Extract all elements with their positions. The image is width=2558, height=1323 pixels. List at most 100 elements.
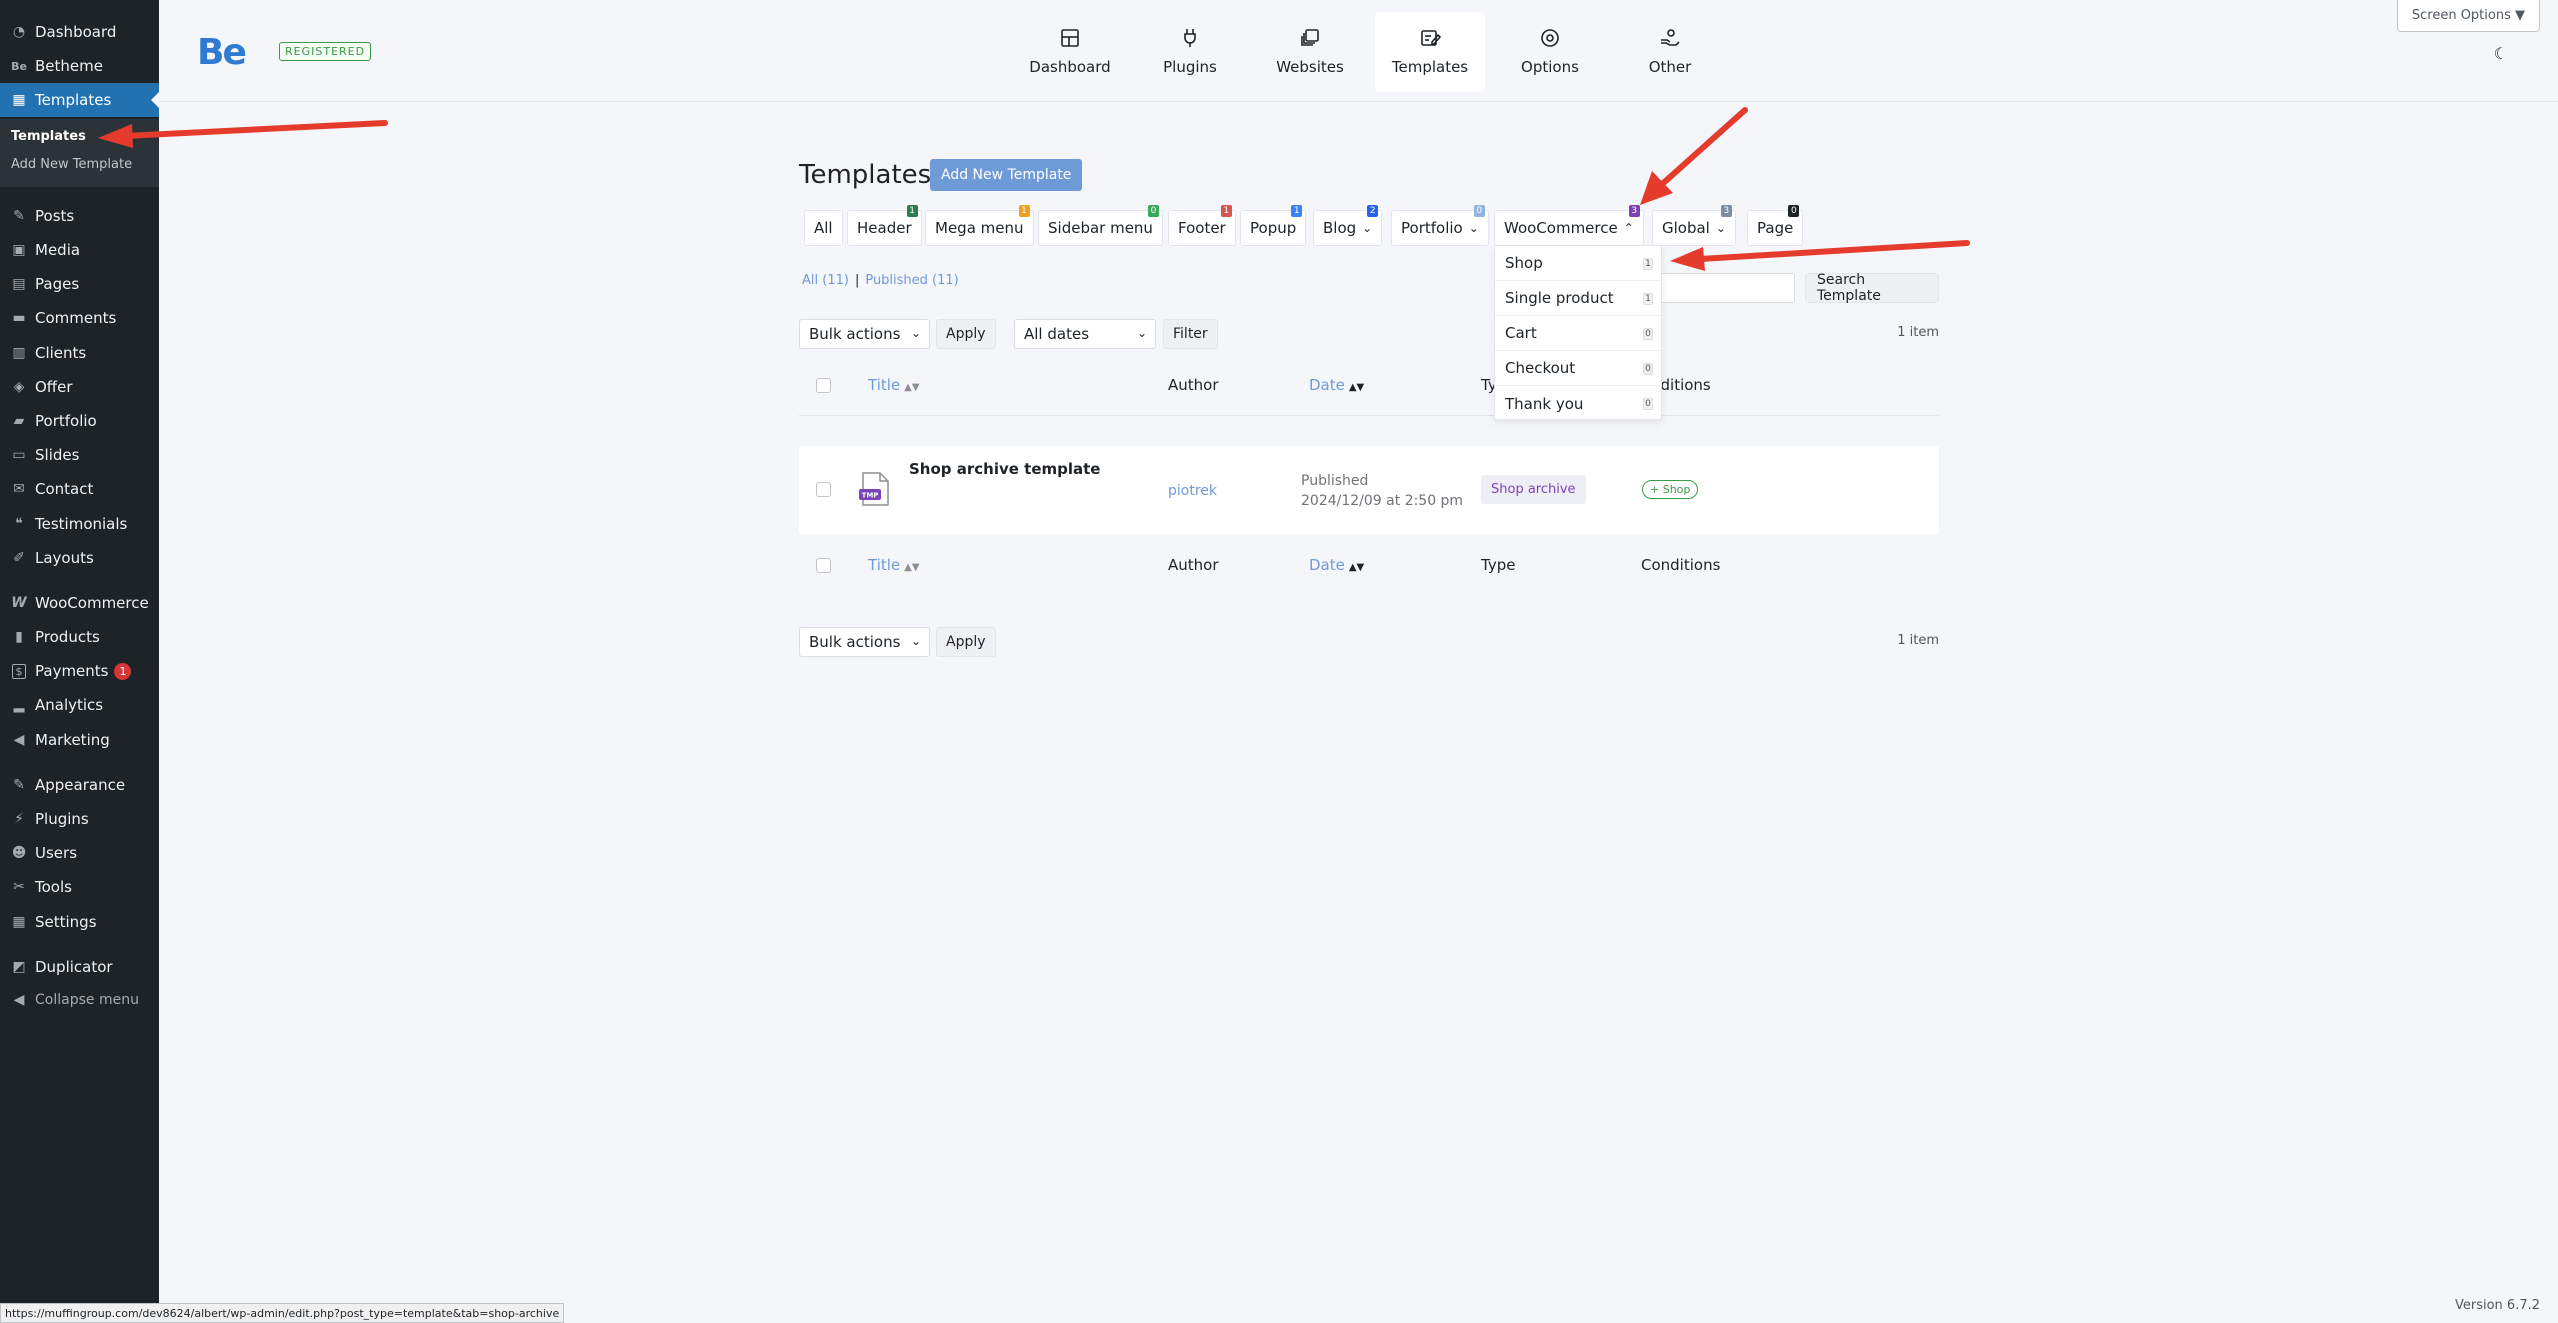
dropdown-item-shop[interactable]: Shop 1 [1495, 246, 1661, 281]
topnav-plugins[interactable]: Plugins [1135, 12, 1245, 92]
filter-tab-mega-menu[interactable]: Mega menu 1 [925, 205, 1034, 246]
megaphone-icon: ◀ [13, 732, 25, 748]
settings-icon: ▦ [12, 914, 26, 930]
sidebar-item-label: Offer [35, 378, 73, 396]
sidebar-item-comments[interactable]: ▬ Comments [0, 301, 159, 335]
sidebar-item-settings[interactable]: ▦ Settings [0, 905, 159, 939]
sidebar-item-layouts[interactable]: ✐ Layouts [0, 541, 159, 575]
dropdown-item-thank-you[interactable]: Thank you 0 [1495, 386, 1661, 421]
select-all-checkbox[interactable] [816, 378, 831, 393]
apply-button-top[interactable]: Apply [936, 319, 996, 349]
slides-icon: ▭ [12, 447, 26, 463]
sidebar-item-label: Analytics [35, 696, 104, 714]
page-title: Templates [799, 160, 932, 190]
filter-tab-all[interactable]: All [804, 210, 843, 246]
search-template-button[interactable]: Search Template [1805, 272, 1939, 304]
topnav-templates[interactable]: Templates [1375, 12, 1485, 92]
sidebar-item-products[interactable]: ▮ Products [0, 620, 159, 654]
betheme-topbar: Be REGISTERED Dashboard Plugins Websites… [159, 0, 2558, 102]
sidebar-item-offer[interactable]: ◈ Offer [0, 370, 159, 404]
moon-icon[interactable]: ☾ [2494, 44, 2508, 63]
pages-icon: ▤ [12, 276, 26, 292]
sidebar-item-testimonials[interactable]: ❝ Testimonials [0, 507, 159, 541]
sidebar-item-analytics[interactable]: ▂ Analytics [0, 688, 159, 722]
bulk-actions-select-top[interactable]: Bulk actions ⌄ [799, 319, 930, 349]
betheme-icon: Be [11, 59, 27, 73]
filter-tab-popup[interactable]: Popup 1 [1240, 205, 1307, 246]
sidebar-item-posts[interactable]: ✎ Posts [0, 199, 159, 233]
row-author-link[interactable]: piotrek [1168, 483, 1217, 499]
sidebar-item-appearance[interactable]: ✎ Appearance [0, 768, 159, 802]
sidebar-item-label: Duplicator [35, 958, 113, 976]
topnav-options[interactable]: Options [1495, 12, 1605, 92]
column-title-footer[interactable]: Title ▲▼ [868, 556, 920, 574]
filter-count: 0 [1147, 205, 1159, 217]
apply-button-bottom[interactable]: Apply [936, 627, 996, 657]
filter-tab-footer[interactable]: Footer 1 [1168, 205, 1236, 246]
filter-tab-page[interactable]: Page 0 [1747, 205, 1804, 246]
select-all-checkbox-footer[interactable] [816, 558, 831, 573]
sidebar-item-betheme[interactable]: Be Betheme [0, 49, 159, 83]
sidebar-item-dashboard[interactable]: ◔ Dashboard [0, 15, 159, 49]
sidebar-item-templates[interactable]: ▦ Templates [0, 83, 159, 117]
dropdown-item-checkout[interactable]: Checkout 0 [1495, 351, 1661, 386]
filter-tab-blog[interactable]: Blog ⌄ 2 [1313, 205, 1383, 246]
sidebar-item-plugins[interactable]: ⚡ Plugins [0, 802, 159, 836]
sidebar-item-woocommerce[interactable]: W WooCommerce [0, 586, 159, 620]
filter-button[interactable]: Filter [1163, 319, 1218, 349]
add-new-template-button[interactable]: Add New Template [930, 159, 1083, 191]
sidebar-item-payments[interactable]: $ Payments 1 [0, 654, 159, 688]
screen-options-button[interactable]: Screen Options ▼ [2396, 0, 2540, 32]
row-checkbox[interactable] [816, 482, 831, 497]
websites-icon [1301, 29, 1319, 46]
view-all-link[interactable]: All (11) [802, 273, 849, 288]
filter-count: 0 [1788, 205, 1800, 217]
topnav-label: Templates [1391, 58, 1469, 76]
sidebar-item-label: Media [35, 241, 81, 259]
sidebar-item-label: Settings [35, 913, 97, 931]
filter-tab-label: Page [1757, 219, 1794, 237]
sidebar-item-tools[interactable]: ✂ Tools [0, 870, 159, 904]
bulk-actions-value: Bulk actions [809, 325, 901, 343]
submenu-item-add-new-template[interactable]: Add New Template [11, 157, 132, 172]
betheme-logo[interactable]: Be [197, 32, 247, 73]
column-author-footer: Author [1168, 556, 1219, 574]
topnav-other[interactable]: Other [1615, 12, 1725, 92]
column-date-footer[interactable]: Date ▲▼ [1309, 556, 1364, 574]
portfolio-icon: ▰ [13, 413, 25, 429]
collapse-menu-button[interactable]: ◀ Collapse menu [0, 983, 159, 1017]
sidebar-item-marketing[interactable]: ◀ Marketing [0, 723, 159, 757]
sort-icon: ▲▼ [904, 562, 920, 573]
sidebar-item-users[interactable]: ☻ Users [0, 836, 159, 870]
sidebar-item-contact[interactable]: ✉ Contact [0, 472, 159, 506]
filter-tab-woocommerce[interactable]: WooCommerce ⌃ 3 [1494, 205, 1644, 246]
dropdown-item-single-product[interactable]: Single product 1 [1495, 281, 1661, 316]
sidebar-item-duplicator[interactable]: ◩ Duplicator [0, 950, 159, 984]
sidebar-item-media[interactable]: ▣ Media [0, 233, 159, 267]
topnav-dashboard[interactable]: Dashboard [1015, 12, 1125, 92]
filter-tab-label: Portfolio [1401, 219, 1463, 237]
topnav-websites[interactable]: Websites [1255, 12, 1365, 92]
filter-tab-sidebar-menu[interactable]: Sidebar menu 0 [1038, 205, 1163, 246]
view-published-link[interactable]: Published (11) [865, 273, 958, 288]
dropdown-item-cart[interactable]: Cart 0 [1495, 316, 1661, 351]
filter-tab-portfolio[interactable]: Portfolio ⌄ 0 [1391, 205, 1489, 246]
sidebar-item-label: Posts [35, 207, 75, 225]
gear-icon [1541, 29, 1559, 47]
sidebar-item-clients[interactable]: ▥ Clients [0, 336, 159, 370]
column-date[interactable]: Date ▲▼ [1309, 376, 1364, 394]
filter-tab-header[interactable]: Header 1 [847, 205, 922, 246]
dropdown-count: 0 [1643, 328, 1653, 340]
row-title-link[interactable]: Shop archive template [909, 460, 1100, 478]
sidebar-item-slides[interactable]: ▭ Slides [0, 438, 159, 472]
topnav-label: Other [1648, 58, 1692, 76]
submenu-item-templates[interactable]: Templates [11, 129, 86, 144]
column-title[interactable]: Title ▲▼ [868, 376, 920, 394]
sidebar-item-pages[interactable]: ▤ Pages [0, 267, 159, 301]
search-input[interactable] [1651, 273, 1795, 303]
bulk-actions-select-bottom[interactable]: Bulk actions ⌄ [799, 627, 930, 657]
sidebar-item-portfolio[interactable]: ▰ Portfolio [0, 404, 159, 438]
filter-tab-label: WooCommerce [1504, 219, 1618, 237]
all-dates-select[interactable]: All dates ⌄ [1014, 319, 1156, 349]
filter-tab-global[interactable]: Global ⌄ 3 [1652, 205, 1736, 246]
